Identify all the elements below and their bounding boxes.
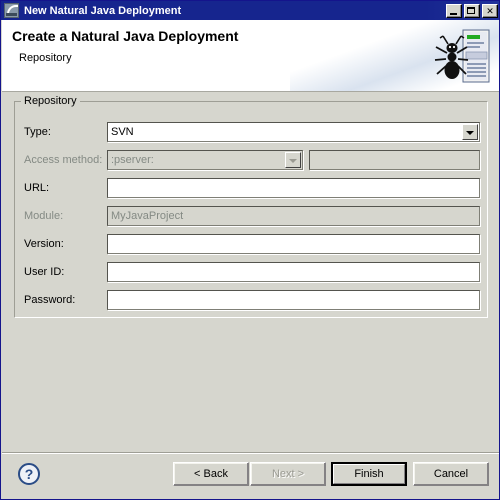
row-version: Version:: [15, 234, 489, 256]
back-button[interactable]: < Back: [173, 462, 249, 486]
access-method-combo-value: :pserver:: [111, 154, 154, 166]
footer-separator: [2, 452, 499, 454]
chevron-down-icon[interactable]: [462, 124, 478, 140]
repository-group-label: Repository: [21, 95, 80, 107]
dialog-window: New Natural Java Deployment ✕ Create a N…: [0, 0, 500, 500]
window-controls: ✕: [446, 3, 498, 18]
row-module: Module: MyJavaProject: [15, 206, 489, 228]
module-input: MyJavaProject: [107, 206, 480, 226]
user-id-label: User ID:: [24, 266, 65, 278]
natural-java-icon: [4, 3, 19, 18]
password-input[interactable]: [107, 290, 480, 310]
svg-text:?: ?: [25, 466, 34, 482]
help-question-icon[interactable]: ?: [17, 462, 41, 486]
access-method-label: Access method:: [24, 154, 103, 166]
row-access-method: Access method: :pserver:: [15, 150, 489, 172]
finish-button[interactable]: Finish: [331, 462, 407, 486]
next-button: Next >: [250, 462, 326, 486]
title-bar: New Natural Java Deployment ✕: [1, 1, 499, 20]
page-title: Create a Natural Java Deployment: [12, 28, 239, 44]
page-subtitle: Repository: [19, 52, 72, 64]
minimize-button[interactable]: [446, 3, 462, 18]
access-method-extra-field: [309, 150, 480, 170]
row-password: Password:: [15, 290, 489, 312]
type-combo[interactable]: SVN: [107, 122, 480, 142]
close-button[interactable]: ✕: [482, 3, 498, 18]
finish-button-label: Finish: [333, 464, 405, 484]
window-title: New Natural Java Deployment: [24, 4, 182, 17]
ant-deployment-icon: [430, 26, 492, 86]
type-label: Type:: [24, 126, 51, 138]
chevron-down-icon: [285, 152, 301, 168]
url-input[interactable]: [107, 178, 480, 198]
type-combo-value: SVN: [111, 126, 134, 138]
maximize-button[interactable]: [464, 3, 480, 18]
repository-group: Repository Type: SVN Access method: :pse…: [14, 95, 489, 318]
password-label: Password:: [24, 294, 76, 306]
version-label: Version:: [24, 238, 64, 250]
module-label: Module:: [24, 210, 64, 222]
user-id-input[interactable]: [107, 262, 480, 282]
row-type: Type: SVN: [15, 122, 489, 144]
wizard-header: Create a Natural Java Deployment Reposit…: [2, 20, 499, 92]
access-method-combo: :pserver:: [107, 150, 303, 170]
row-url: URL:: [15, 178, 489, 200]
url-label: URL:: [24, 182, 50, 194]
close-icon: ✕: [486, 5, 494, 16]
row-user-id: User ID:: [15, 262, 489, 284]
version-input[interactable]: [107, 234, 480, 254]
cancel-button[interactable]: Cancel: [413, 462, 489, 486]
